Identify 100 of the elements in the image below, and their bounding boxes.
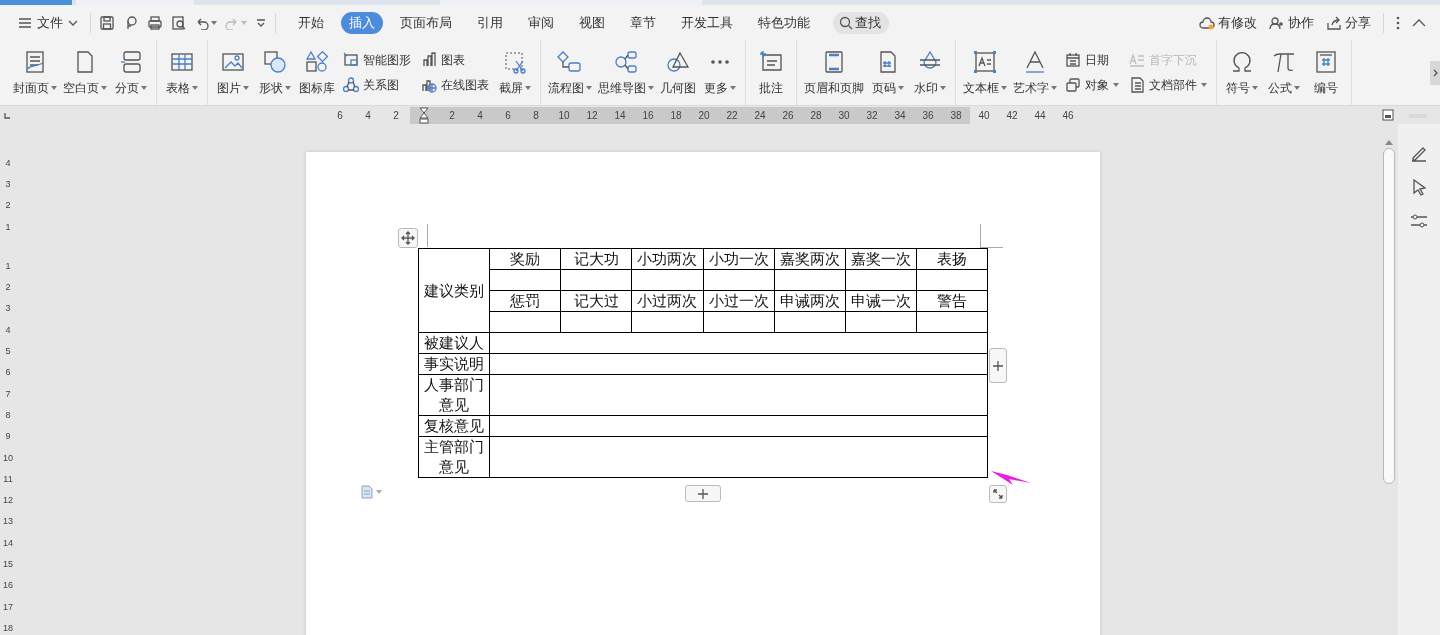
ribbon-button[interactable]: 图表 (421, 51, 489, 69)
table-cell (703, 269, 775, 291)
print-button[interactable] (147, 14, 163, 31)
caret-icon (211, 20, 217, 25)
customize-button[interactable] (255, 16, 267, 29)
ribbon-tab[interactable]: 视图 (571, 11, 613, 34)
caret-icon (525, 86, 531, 90)
ribbon-button[interactable]: 日期 (1065, 51, 1119, 69)
caret-icon (648, 86, 654, 90)
ribbon-button[interactable]: 更多 (699, 48, 741, 97)
search-icon (839, 15, 853, 30)
ruler-number: 17 (3, 600, 13, 614)
page-break-icon (118, 48, 144, 75)
ribbon-button[interactable]: 思维导图 (595, 48, 657, 97)
table-cell (703, 311, 775, 333)
calendar-icon (1065, 52, 1081, 68)
caret-icon (285, 86, 291, 90)
ribbon-tab[interactable]: 引用 (469, 11, 511, 34)
ribbon-button[interactable]: 对象 (1065, 76, 1119, 94)
table-move-handle[interactable] (398, 228, 418, 248)
table-cell (631, 311, 703, 333)
row-label: 事实说明 (418, 353, 490, 375)
caret-icon (101, 86, 107, 90)
ribbon-button[interactable]: 流程图 (545, 48, 595, 97)
ruler-number: 4 (5, 323, 11, 337)
ribbon-button[interactable]: 分页 (110, 48, 152, 97)
ribbon-button[interactable]: 截屏 (494, 48, 536, 97)
caret-icon (241, 20, 247, 25)
text-box-icon (972, 48, 998, 75)
ribbon-button[interactable]: 艺术字 (1010, 48, 1060, 97)
search-button[interactable]: 查找 (833, 11, 889, 34)
row-label: 主管部门意见 (418, 436, 490, 478)
split-view-button[interactable] (1382, 109, 1394, 121)
ribbon-tab[interactable]: 特色功能 (750, 11, 818, 34)
row-label: 复核意见 (418, 415, 490, 437)
toolbar-link[interactable]: 协作 (1269, 13, 1314, 32)
ribbon-button[interactable]: 形状 (254, 48, 296, 97)
ribbon-button[interactable]: 编号 (1305, 48, 1347, 97)
ribbon-button[interactable]: 页眉和页脚 (801, 48, 867, 97)
ruler-number: 20 (697, 109, 711, 123)
table-cell: 申诫两次 (774, 290, 846, 312)
table-cell (560, 311, 632, 333)
ruler-number: 46 (1061, 109, 1075, 123)
ribbon-button[interactable]: 几何图 (657, 48, 699, 97)
table-cell (774, 269, 846, 291)
ribbon-button[interactable]: 空白页 (60, 48, 110, 97)
more-horizontal-icon (711, 59, 729, 64)
ribbon-button[interactable]: 页码 (867, 48, 909, 97)
scrollbar-thumb[interactable] (1383, 148, 1395, 484)
ruler-number: 18 (3, 621, 13, 635)
more-button[interactable] (1396, 15, 1400, 30)
scroll-up-icon (1385, 140, 1393, 145)
ribbon-button[interactable]: 文档部件 (1129, 76, 1207, 94)
ribbon-button[interactable]: 符号 (1221, 48, 1263, 97)
caret-icon (1294, 86, 1300, 90)
ribbon-button[interactable]: 关系图 (343, 76, 411, 94)
ruler-number: 22 (725, 109, 739, 123)
ruler-number: 1 (5, 220, 11, 234)
caret-icon (1001, 86, 1007, 90)
ribbon-button[interactable]: 图标库 (296, 48, 338, 97)
document-parts-icon (1129, 77, 1145, 93)
ribbon-tab[interactable]: 开始 (290, 11, 332, 34)
ribbon-button[interactable]: 智能图形 (343, 51, 411, 69)
ribbon-tab[interactable]: 章节 (622, 11, 664, 34)
ribbon-button[interactable]: 表格 (161, 48, 203, 97)
table-resize-handle[interactable] (989, 485, 1007, 503)
file-menu[interactable]: 文件 (14, 11, 82, 34)
ribbon-button[interactable]: 图片 (212, 48, 254, 97)
save-icon (99, 14, 115, 31)
ribbon-button[interactable]: 文本框 (960, 48, 1010, 97)
collapse-button[interactable] (1412, 17, 1426, 28)
save-button[interactable] (99, 14, 115, 31)
ruler-number: 4 (5, 156, 11, 170)
toolbar-link[interactable]: 分享 (1326, 13, 1371, 32)
cursor-icon (1410, 178, 1428, 196)
print-preview-button[interactable] (171, 14, 187, 31)
ribbon-tab[interactable]: 审阅 (520, 11, 562, 34)
ruler-number: 36 (921, 109, 935, 123)
ribbon-button[interactable]: 批注 (750, 48, 792, 97)
ribbon-scroll-button[interactable] (1430, 60, 1440, 85)
ruler-number: 16 (641, 109, 655, 123)
ribbon-tab[interactable]: 页面布局 (392, 11, 460, 34)
ruler-number: 12 (585, 109, 599, 123)
ribbon-button[interactable]: 封面页 (10, 48, 60, 97)
ribbon-button[interactable]: 水印 (909, 48, 951, 97)
caret-icon (192, 86, 198, 90)
table-cell: 记大功 (560, 248, 632, 270)
ruler-number: 6 (504, 109, 512, 123)
ribbon-button[interactable]: 公式 (1263, 48, 1305, 97)
relationship-icon (343, 77, 359, 93)
table-cell (916, 311, 988, 333)
ribbon-button[interactable]: 在线图表 (421, 76, 489, 94)
chevron-down-icon (255, 16, 267, 29)
add-column-button[interactable] (989, 348, 1007, 383)
ruler-number: 44 (1033, 109, 1047, 123)
ribbon-tab[interactable]: 开发工具 (673, 11, 741, 34)
toolbar-link[interactable]: 有修改 (1199, 13, 1257, 32)
add-row-button[interactable] (685, 485, 721, 502)
drop-cap-icon (1129, 52, 1145, 68)
plus-icon (698, 488, 708, 499)
